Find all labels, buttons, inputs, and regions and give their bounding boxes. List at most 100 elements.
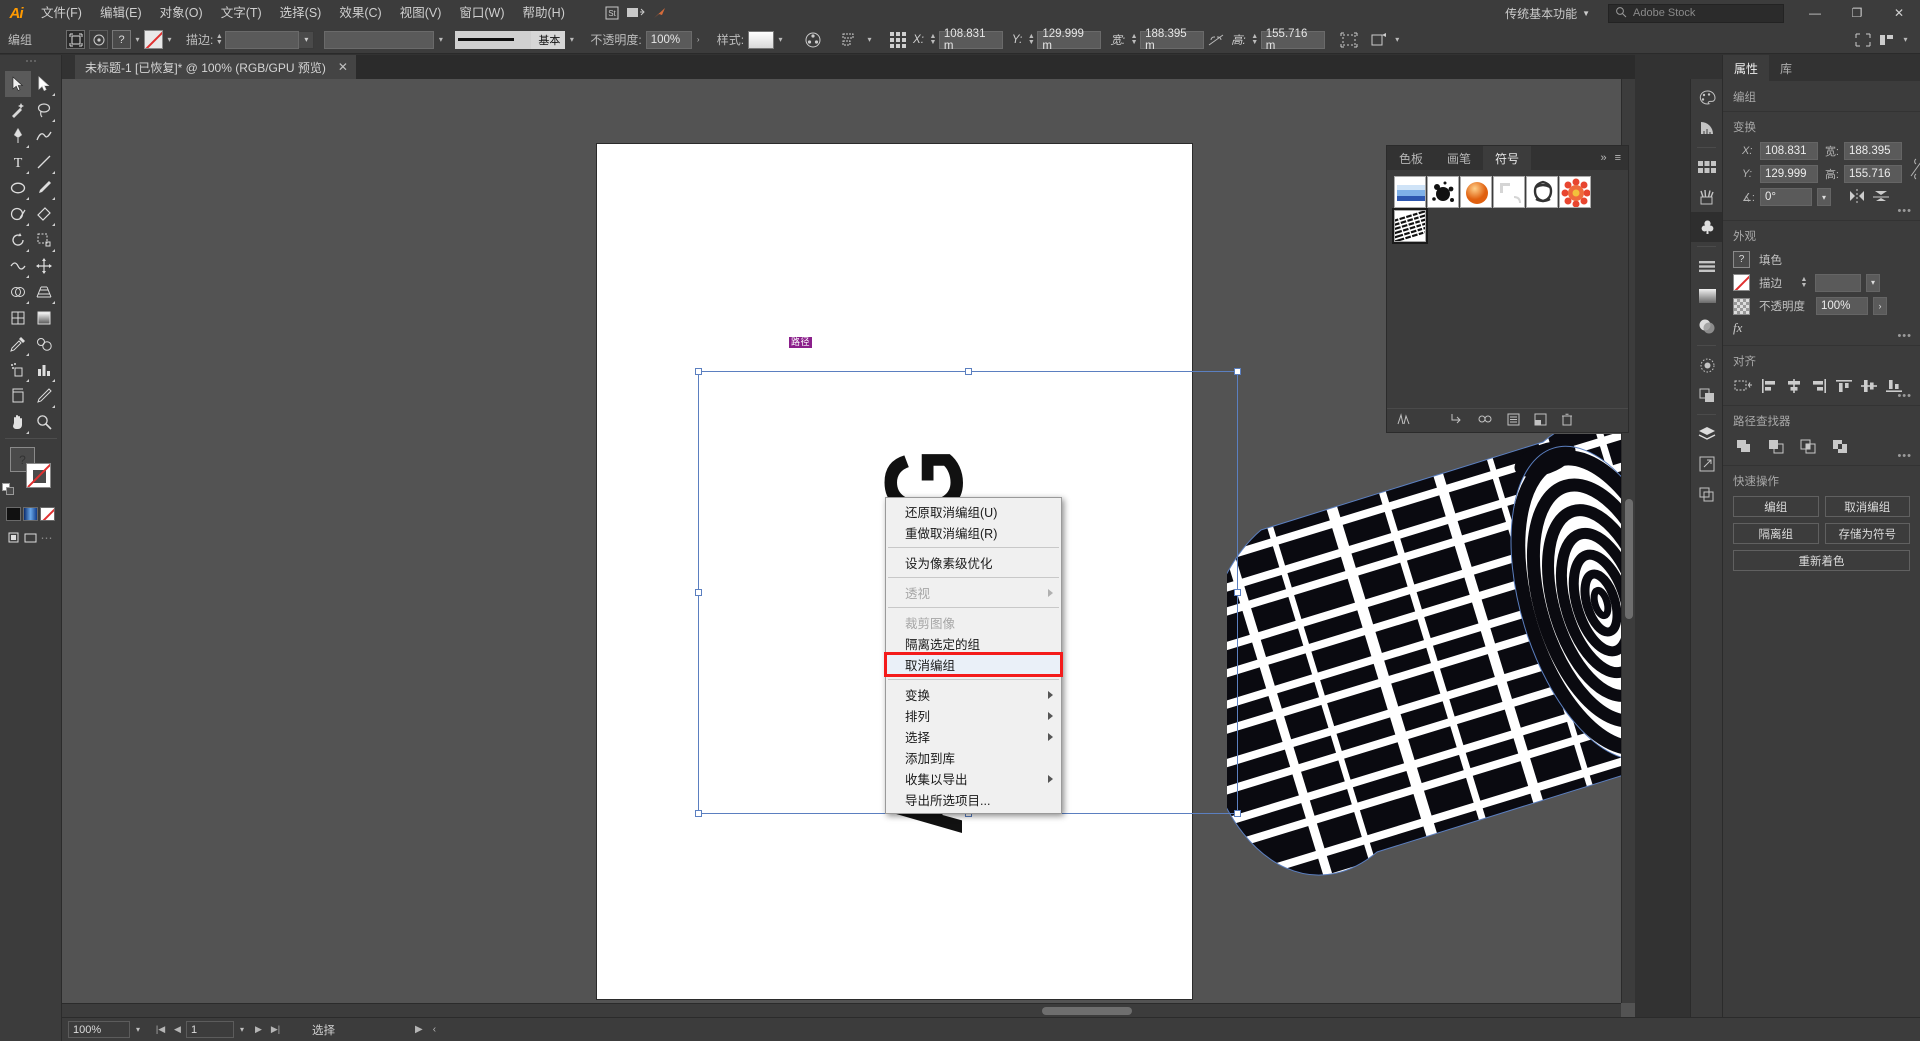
menu-object[interactable]: 对象(O) [151,0,212,26]
symbol-red-flower[interactable] [1559,176,1591,208]
align-chevron-icon[interactable]: ▾ [863,30,876,49]
gradient-tool[interactable] [31,305,57,331]
fill-chevron-down-icon[interactable]: ▾ [131,30,144,49]
align-top-icon[interactable] [1833,376,1855,396]
artboard-chevron-down-icon[interactable]: ▾ [234,1021,250,1038]
group-button[interactable]: 编组 [1733,496,1819,517]
context-menu[interactable]: 还原取消编组(U) 重做取消编组(R) 设为像素级优化 透视 裁剪图像 隔离选定… [885,497,1062,814]
tab-libraries[interactable]: 库 [1769,55,1803,81]
handle-middle-left[interactable] [695,589,702,596]
style-chevron-down-icon[interactable]: ▾ [774,30,787,49]
context-item-isolate-selected-group[interactable]: 隔离选定的组 [886,633,1061,654]
stroke-weight-input[interactable] [1815,274,1861,292]
layers-panel-icon[interactable] [1691,419,1723,449]
handle-middle-right[interactable] [1234,589,1241,596]
none-button[interactable] [40,507,55,521]
type-tool[interactable]: T [5,149,31,175]
cylinder-artwork[interactable] [1227,434,1635,879]
menu-help[interactable]: 帮助(H) [514,0,574,26]
x-input[interactable]: 108.831 [1760,142,1818,160]
recolor-button[interactable]: 重新着色 [1733,550,1910,571]
handle-top-right[interactable] [1234,368,1241,375]
new-symbol-icon[interactable] [1534,413,1547,429]
document-tab[interactable]: 未标题-1 [已恢复]* @ 100% (RGB/GPU 预览) ✕ [75,55,357,79]
color-guide-panel-icon[interactable] [1691,113,1723,143]
stroke-swatch[interactable] [26,463,51,488]
x-value-field[interactable]: 108.831 m [939,31,1003,49]
height-value-field[interactable]: 155.716 m [1261,31,1325,49]
close-button[interactable]: ✕ [1878,0,1920,26]
shaper-tool[interactable] [5,201,31,227]
default-fill-stroke-icon[interactable] [2,483,14,495]
perspective-grid-tool[interactable] [31,279,57,305]
width-value-field[interactable]: 188.395 m [1140,31,1204,49]
fill-color-swatch[interactable]: ? [112,30,131,49]
opacity-flyout-icon[interactable]: › [1873,297,1887,315]
status-prev-icon[interactable]: ‹ [433,1024,436,1035]
arrange-panels-icon[interactable] [1875,30,1899,50]
graphic-style-swatch[interactable] [748,31,774,49]
width-stepper[interactable]: ▲▼ [1128,30,1140,49]
horizontal-scroll-thumb[interactable] [1042,1007,1132,1015]
zoom-chevron-down-icon[interactable]: ▾ [130,1021,146,1038]
minus-front-icon[interactable] [1765,436,1787,456]
last-artboard-icon[interactable]: ▶| [267,1021,284,1038]
restore-button[interactable]: ❐ [1836,0,1878,26]
workspace-switcher[interactable]: 传统基本功能 ▼ [1497,3,1598,23]
context-item-export-selection[interactable]: 导出所选项目... [886,789,1061,810]
panel-menu-icon[interactable]: ≡ [1615,152,1621,164]
document-setup-chevron-icon[interactable]: ▾ [1391,30,1404,49]
stroke-weight-stepper[interactable]: ▲▼ [1798,273,1810,292]
tab-properties[interactable]: 属性 [1723,55,1769,81]
x-stepper[interactable]: ▲▼ [927,30,939,49]
lasso-tool[interactable] [31,97,57,123]
stroke-variable-width-field[interactable] [324,31,434,49]
symbol-amazing-artwork[interactable] [1394,210,1426,242]
magic-wand-tool[interactable] [5,97,31,123]
bridge-icon[interactable]: St [600,3,624,23]
tab-symbols[interactable]: 符号 [1483,146,1531,170]
edit-symbol-icon[interactable] [89,30,108,49]
align-horizontal-center-icon[interactable] [1783,376,1805,396]
menu-file[interactable]: 文件(F) [32,0,91,26]
toolbar-more-icon[interactable]: ⋯ [40,530,53,545]
appearance-more-options-icon[interactable]: ••• [1897,330,1912,342]
pathfinder-panel-icon[interactable] [1691,380,1723,410]
align-right-icon[interactable] [1808,376,1830,396]
screen-mode-icon[interactable] [24,530,37,545]
context-item-arrange[interactable]: 排列 [886,705,1061,726]
slice-tool[interactable] [31,383,57,409]
tools-panel-grip[interactable] [0,55,61,67]
stroke-color-swatch[interactable] [144,30,163,49]
y-value-field[interactable]: 129.999 m [1037,31,1101,49]
symbol-ink-splatter[interactable] [1427,176,1459,208]
first-artboard-icon[interactable]: |◀ [152,1021,169,1038]
handle-bottom-right[interactable] [1234,810,1241,817]
brushes-panel-icon[interactable] [1691,182,1723,212]
swatches-panel-icon[interactable] [1691,152,1723,182]
menu-window[interactable]: 窗口(W) [450,0,513,26]
artboard-number-input[interactable]: 1 [186,1021,234,1038]
line-segment-tool[interactable] [31,149,57,175]
blend-tool[interactable] [31,331,57,357]
context-item-collect-for-export[interactable]: 收集以导出 [886,768,1061,789]
stock-search-input[interactable]: Adobe Stock [1608,4,1784,23]
context-item-transform[interactable]: 变换 [886,684,1061,705]
height-stepper[interactable]: ▲▼ [1249,30,1261,49]
constrain-proportions-icon[interactable] [1204,30,1228,50]
transform-more-options-icon[interactable]: ••• [1897,205,1912,217]
symbol-white-corner[interactable] [1493,176,1525,208]
scale-tool[interactable] [31,227,57,253]
stroke-weight-chevron-down-icon[interactable]: ▾ [299,31,314,49]
asset-export-panel-icon[interactable] [1691,479,1723,509]
reference-point-selector[interactable] [1733,142,1735,164]
y-stepper[interactable]: ▲▼ [1025,30,1037,49]
symbol-libraries-icon[interactable] [1397,413,1411,428]
zoom-tool[interactable] [31,409,57,435]
opacity-swatch[interactable] [1733,298,1750,315]
symbols-panel-icon[interactable] [1691,212,1723,242]
gradient-button[interactable] [23,507,38,521]
minimize-button[interactable]: — [1794,0,1836,26]
free-transform-tool[interactable] [31,253,57,279]
paintbrush-tool[interactable] [31,175,57,201]
